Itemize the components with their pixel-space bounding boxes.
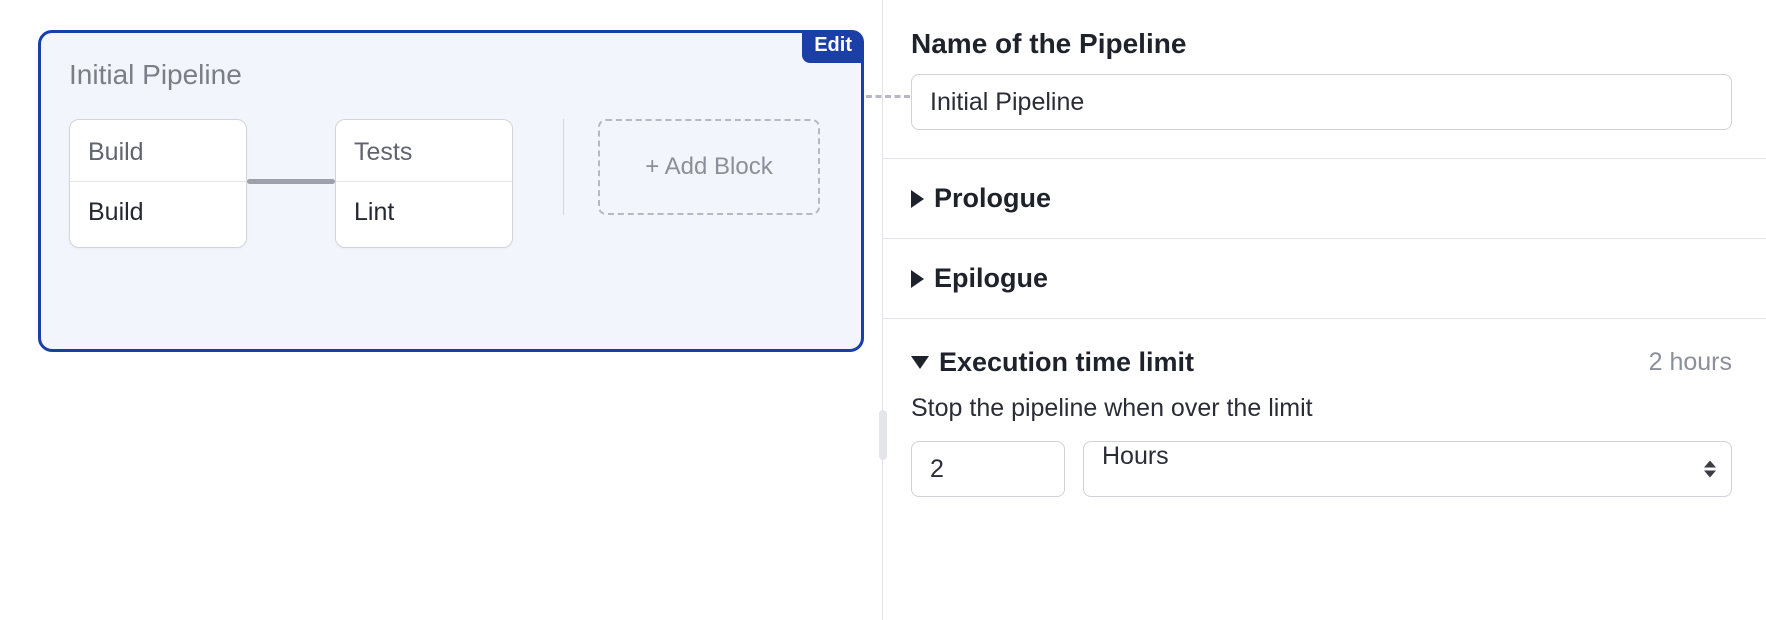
prologue-label: Prologue — [934, 183, 1051, 214]
prologue-toggle[interactable]: Prologue — [911, 183, 1732, 214]
chevron-right-icon — [911, 270, 924, 288]
block-build[interactable]: Build Build — [69, 119, 247, 248]
settings-panel: Name of the Pipeline Prologue Epilogue — [882, 0, 1766, 620]
pipeline-title: Initial Pipeline — [69, 59, 833, 91]
block-job: Build — [70, 182, 246, 247]
chevron-down-icon — [911, 356, 929, 369]
exec-limit-summary: 2 hours — [1649, 348, 1732, 377]
scrollbar-thumb[interactable] — [879, 410, 887, 460]
epilogue-label: Epilogue — [934, 263, 1048, 294]
pipeline-card[interactable]: Edit Initial Pipeline Build Build Tests … — [38, 30, 864, 352]
add-block-button[interactable]: + Add Block — [598, 119, 820, 215]
blocks-group: Build Build Tests Lint — [69, 119, 513, 248]
epilogue-toggle[interactable]: Epilogue — [911, 263, 1732, 294]
edit-button[interactable]: Edit — [802, 30, 864, 63]
block-tests[interactable]: Tests Lint — [335, 119, 513, 248]
exec-limit-toggle[interactable]: Execution time limit 2 hours — [911, 347, 1732, 378]
block-connector — [247, 179, 335, 184]
block-name: Tests — [336, 120, 512, 182]
pipeline-canvas: Edit Initial Pipeline Build Build Tests … — [0, 0, 882, 620]
exec-limit-description: Stop the pipeline when over the limit — [911, 394, 1732, 423]
block-name: Build — [70, 120, 246, 182]
pipeline-name-label: Name of the Pipeline — [911, 28, 1732, 60]
exec-limit-unit-select[interactable]: Hours — [1083, 441, 1732, 497]
chevron-right-icon — [911, 190, 924, 208]
vertical-divider — [563, 119, 564, 215]
pipeline-name-input[interactable] — [911, 74, 1732, 130]
block-job: Lint — [336, 182, 512, 247]
exec-limit-value-input[interactable] — [911, 441, 1065, 497]
exec-limit-label: Execution time limit — [939, 347, 1194, 378]
